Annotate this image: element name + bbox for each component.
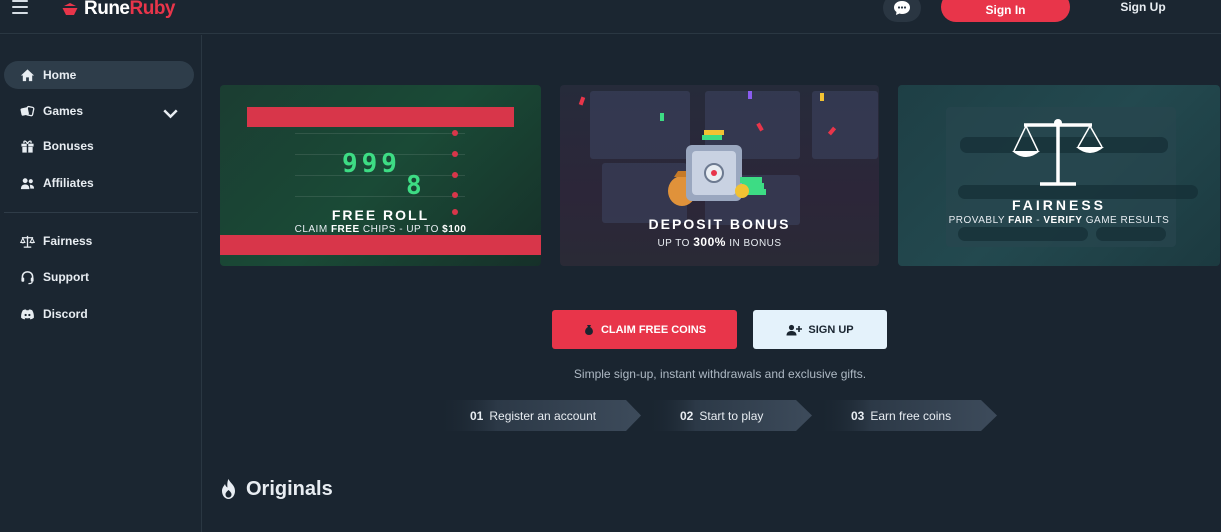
safe-icon [668, 130, 766, 206]
chevron-down-icon[interactable] [163, 106, 178, 121]
deposit-bonus-subtitle: UP TO 300% IN BONUS [657, 235, 782, 249]
ruby-logo-icon [62, 3, 78, 15]
free-roll-subtitle: CLAIM FREE CHIPS - UP TO $100 [294, 224, 467, 235]
logo-text: RuneRuby [84, 0, 175, 19]
banner-dot [452, 151, 458, 157]
step-number: 01 [470, 408, 484, 423]
originals-section-header: Originals [219, 477, 333, 501]
sidebar-divider [4, 212, 198, 213]
claim-free-coins-button[interactable]: CLAIM FREE COINS [552, 310, 737, 349]
sidebar-item-label: Support [43, 270, 89, 284]
fairness-banner[interactable]: FAIRNESS PROVABLY FAIR - VERIFY GAME RES… [898, 85, 1220, 266]
step-earn-coins: 03 Earn free coins [817, 400, 997, 431]
sidebar-item-discord[interactable]: Discord [4, 300, 194, 328]
banner-table-header [247, 107, 514, 127]
deposit-bonus-title: DEPOSIT BONUS [648, 216, 791, 232]
step-label: Register an account [489, 408, 597, 423]
step-start-play: 02 Start to play [646, 400, 812, 431]
discord-icon [21, 308, 34, 319]
claim-free-coins-label: CLAIM FREE COINS [600, 323, 707, 336]
sidebar-item-games[interactable]: Games [4, 97, 194, 125]
chat-bubble-icon [894, 1, 910, 15]
banner-game-tile [812, 91, 878, 159]
cta-tagline: Simple sign-up, instant withdrawals and … [573, 367, 867, 381]
sidebar-item-label: Games [43, 104, 84, 118]
sidebar-item-label: Bonuses [43, 139, 94, 153]
step-number: 02 [680, 408, 694, 423]
sidebar-item-affiliates[interactable]: Affiliates [4, 169, 194, 197]
sidebar-item-home[interactable]: Home [4, 61, 194, 89]
sidebar: Home Games Bonuses Affiliates Fairness S… [0, 35, 202, 532]
user-plus-icon [786, 324, 803, 335]
step-register: 01 Register an account [436, 400, 641, 431]
sidebar-item-label: Fairness [43, 234, 93, 248]
step-number: 03 [851, 408, 865, 423]
sign-in-button[interactable]: Sign In [941, 0, 1070, 22]
banner-field [1096, 227, 1166, 241]
sidebar-item-label: Home [43, 68, 77, 82]
sidebar-item-label: Affiliates [43, 176, 94, 190]
confetti [660, 113, 664, 121]
top-header: RuneRuby Sign In Sign Up [0, 0, 1221, 34]
headset-icon [21, 270, 34, 284]
fairness-title: FAIRNESS [1011, 197, 1106, 213]
step-label: Earn free coins [870, 408, 952, 423]
banner-dot [452, 192, 458, 198]
sign-up-button[interactable]: SIGN UP [753, 310, 887, 349]
site-logo[interactable]: RuneRuby [60, 0, 175, 20]
banner-dot [452, 130, 458, 136]
money-bag-icon [585, 324, 593, 335]
free-roll-banner[interactable]: 999 8 FREE ROLL CLAIM FREE CHIPS - UP TO… [220, 85, 541, 266]
gift-icon [21, 140, 34, 153]
deposit-bonus-banner[interactable]: DEPOSIT BONUS UP TO 300% IN BONUS [560, 85, 879, 266]
fairness-subtitle: PROVABLY FAIR - VERIFY GAME RESULTS [948, 215, 1170, 226]
scales-icon [1012, 119, 1104, 186]
lucky-number-rolling-digit: 8 [406, 171, 422, 201]
sidebar-item-bonuses[interactable]: Bonuses [4, 132, 194, 160]
scales-icon [20, 235, 35, 248]
banner-table-row [295, 133, 465, 134]
games-icon [20, 105, 35, 116]
lucky-number-display: 999 [342, 149, 401, 179]
sidebar-item-support[interactable]: Support [4, 263, 194, 291]
confetti [820, 93, 824, 101]
banner-dot [452, 172, 458, 178]
sidebar-item-label: Discord [43, 307, 88, 321]
banner-field [958, 227, 1088, 241]
free-roll-title: FREE ROLL [331, 207, 430, 223]
banner-table-row [295, 196, 465, 197]
originals-title: Originals [246, 477, 333, 500]
sign-up-label: SIGN UP [808, 323, 854, 336]
confetti [578, 96, 586, 106]
hamburger-icon[interactable] [12, 0, 28, 14]
flame-icon [222, 479, 235, 499]
sidebar-item-fairness[interactable]: Fairness [4, 227, 194, 255]
step-label: Start to play [699, 408, 764, 423]
banner-roll-bar [220, 235, 541, 255]
chat-button[interactable] [883, 0, 921, 22]
confetti [748, 91, 752, 99]
home-icon [20, 68, 35, 81]
sign-up-link[interactable]: Sign Up [1110, 0, 1176, 16]
users-icon [20, 177, 35, 189]
